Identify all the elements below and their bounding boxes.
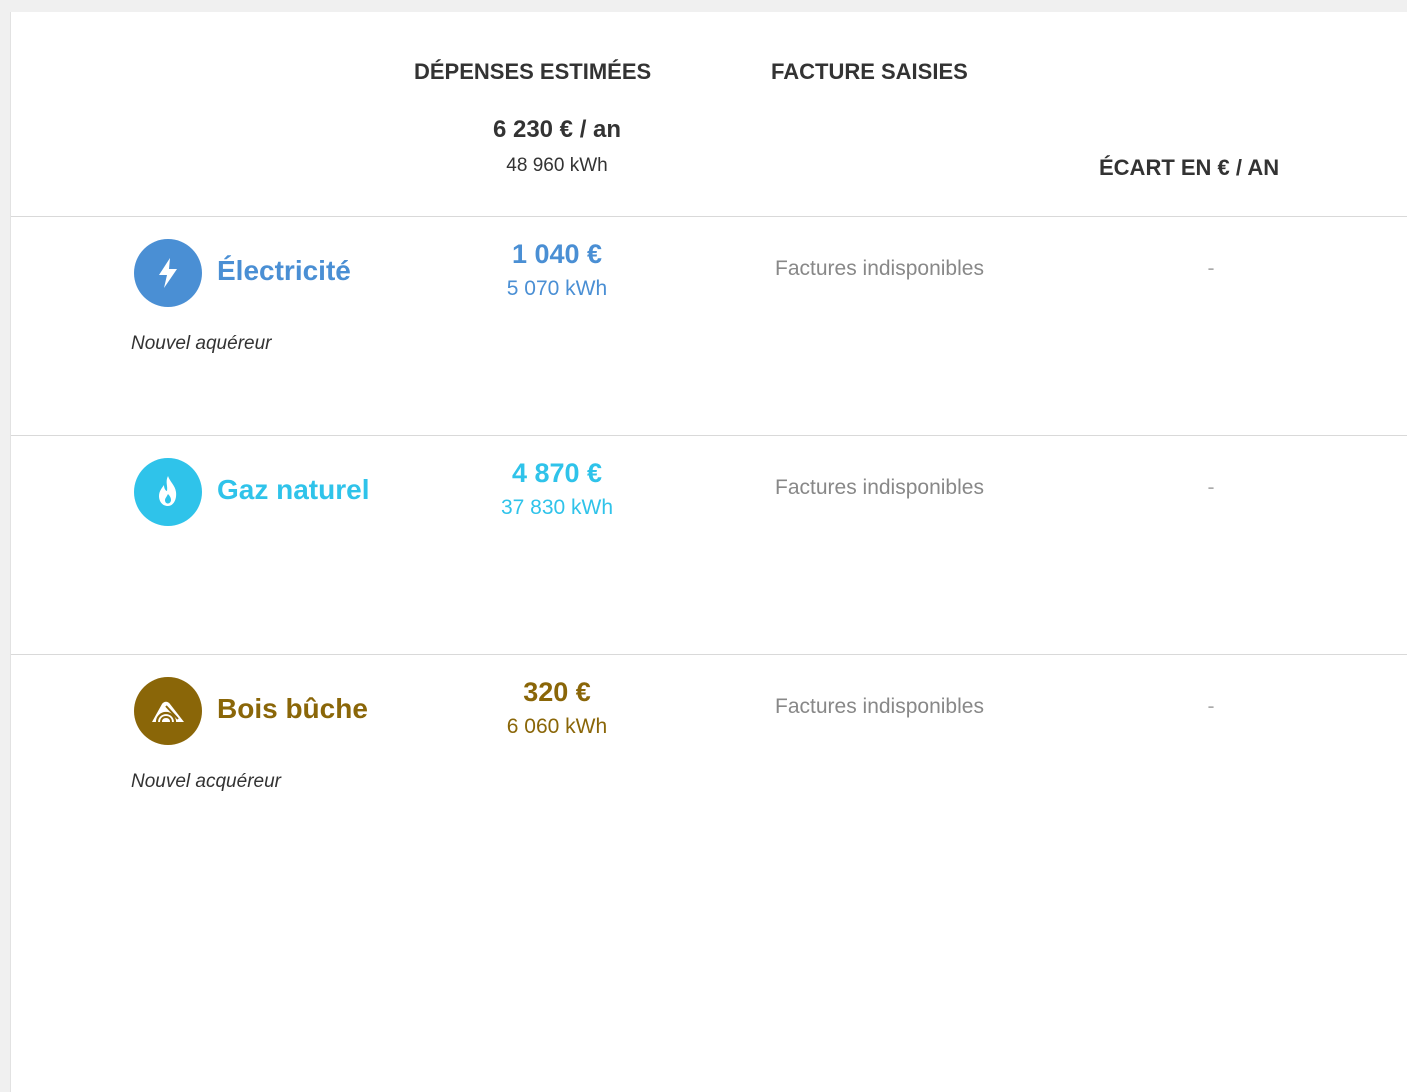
column-header-estimated: DÉPENSES ESTIMÉES xyxy=(414,59,652,84)
column-header-gap: ÉCART EN € / AN xyxy=(1099,155,1280,180)
gap-value: - xyxy=(1207,257,1215,280)
bills-status: Factures indisponibles xyxy=(775,695,984,718)
lightning-icon xyxy=(134,239,202,307)
wood-logs-icon xyxy=(134,677,202,745)
total-kwh: 48 960 kWh xyxy=(506,155,608,176)
energy-kwh: 37 830 kWh xyxy=(500,496,614,519)
energy-amount: 4 870 € xyxy=(511,458,603,488)
energy-expenses-card: DÉPENSES ESTIMÉES FACTURE SAISIES 6 230 … xyxy=(10,12,1407,1092)
total-amount: 6 230 € / an xyxy=(492,116,622,143)
energy-note: Nouvel aquéreur xyxy=(131,333,272,354)
energy-amount: 1 040 € xyxy=(511,239,603,269)
column-header-bills: FACTURE SAISIES xyxy=(771,59,968,84)
energy-note: Nouvel acquéreur xyxy=(131,771,281,792)
energy-kwh: 6 060 kWh xyxy=(506,715,608,738)
energy-name: Bois bûche xyxy=(217,693,368,724)
bills-status: Factures indisponibles xyxy=(775,257,984,280)
energy-kwh: 5 070 kWh xyxy=(506,277,608,300)
gap-value: - xyxy=(1207,476,1215,499)
energy-row-wood: Bois bûche 320 € 6 060 kWh Factures indi… xyxy=(11,655,1407,873)
gap-value: - xyxy=(1207,695,1215,718)
energy-name: Gaz naturel xyxy=(217,474,370,505)
energy-amount: 320 € xyxy=(523,677,591,707)
energy-row-electricity: Électricité 1 040 € 5 070 kWh Factures i… xyxy=(11,217,1407,435)
energy-name: Électricité xyxy=(217,255,351,286)
bills-status: Factures indisponibles xyxy=(775,476,984,499)
energy-row-gas: Gaz naturel 4 870 € 37 830 kWh Factures … xyxy=(11,436,1407,654)
flame-icon xyxy=(134,458,202,526)
